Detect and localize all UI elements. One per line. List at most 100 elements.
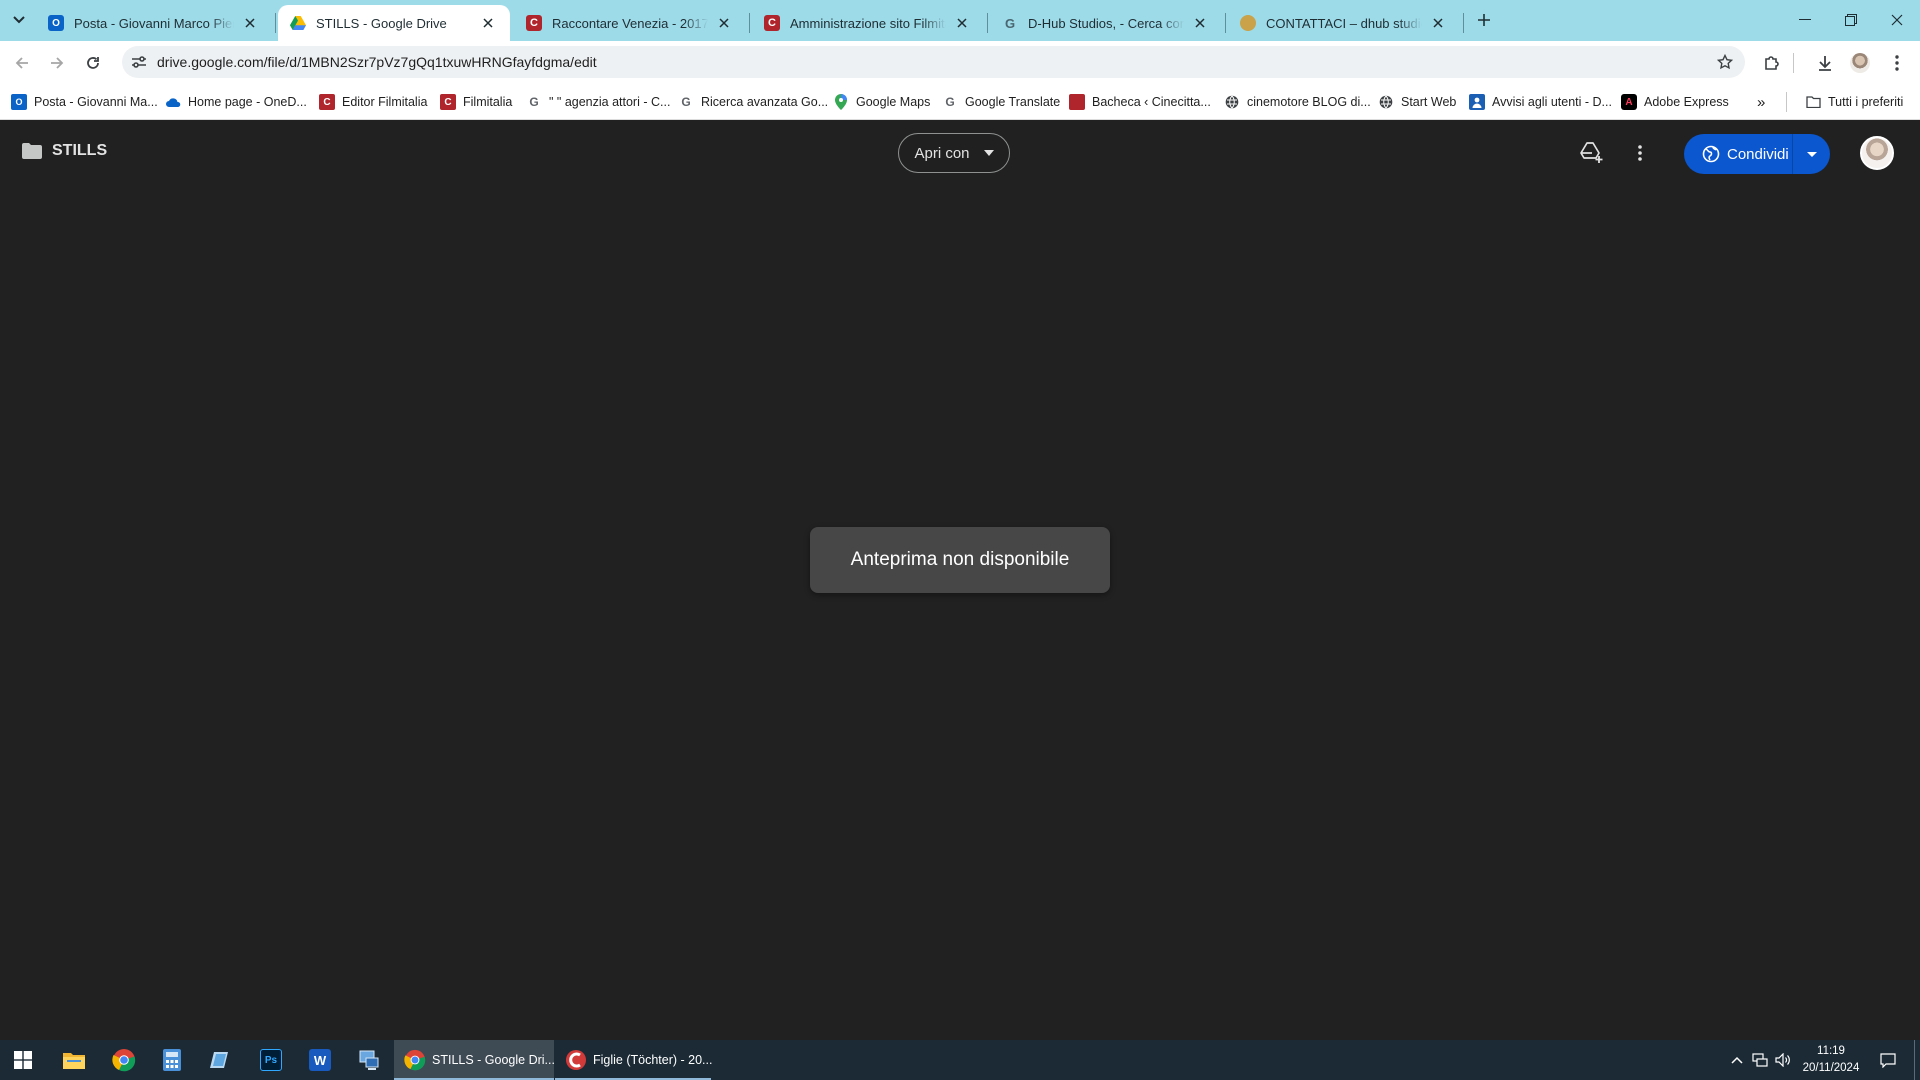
folder-icon xyxy=(1805,94,1821,110)
google-drive-icon xyxy=(290,15,306,31)
taskbar-file-explorer[interactable] xyxy=(54,1040,94,1080)
more-actions-button[interactable] xyxy=(1627,140,1653,166)
bookmark-item[interactable]: C Editor Filmitalia xyxy=(319,91,427,113)
close-tab-icon[interactable] xyxy=(1428,13,1448,33)
bookmark-star-icon[interactable] xyxy=(1715,52,1735,72)
tab-outlook[interactable]: O Posta - Giovanni Marco Piemontese - Ou… xyxy=(36,5,272,41)
bookmark-item[interactable]: G Google Translate xyxy=(942,91,1060,113)
chrome-icon xyxy=(112,1049,136,1072)
show-hidden-icons-button[interactable] xyxy=(1727,1040,1747,1080)
close-tab-icon[interactable] xyxy=(240,13,260,33)
bookmark-item[interactable]: Bacheca ‹ Cinecitta... xyxy=(1069,91,1211,113)
close-tab-icon[interactable] xyxy=(1190,13,1210,33)
bookmark-item[interactable]: Google Maps xyxy=(833,91,930,113)
bookmarks-overflow-button[interactable]: » xyxy=(1757,91,1765,113)
restore-window-button[interactable] xyxy=(1828,0,1874,40)
add-shortcut-to-drive-button[interactable] xyxy=(1579,140,1605,166)
back-button[interactable] xyxy=(8,49,36,77)
onedrive-icon xyxy=(165,94,181,110)
taskbar-calculator[interactable] xyxy=(152,1040,192,1080)
drive-file-viewer: STILLS Apri con Condividi Anteprima non … xyxy=(0,120,1920,1040)
forward-button[interactable] xyxy=(43,49,71,77)
notifications-button[interactable] xyxy=(1874,1040,1902,1080)
tab-amministrazione-filmitalia[interactable]: C Amministrazione sito Filmitalia xyxy=(752,5,984,41)
start-button[interactable] xyxy=(3,1040,43,1080)
bookmark-item[interactable]: Start Web xyxy=(1378,91,1456,113)
bookmark-label: Start Web xyxy=(1401,95,1457,109)
bookmark-label: Bacheca ‹ Cinecitta... xyxy=(1092,95,1211,109)
downloads-button[interactable] xyxy=(1812,50,1838,76)
close-tab-icon[interactable] xyxy=(714,13,734,33)
bookmark-item[interactable]: Avvisi agli utenti - D... xyxy=(1469,91,1612,113)
plus-icon xyxy=(1478,14,1490,26)
close-tab-icon[interactable] xyxy=(952,13,972,33)
tab-google-drive[interactable]: STILLS - Google Drive xyxy=(278,5,510,41)
bookmark-item[interactable]: C Filmitalia xyxy=(440,91,512,113)
bookmark-item[interactable]: G Ricerca avanzata Go... xyxy=(678,91,828,113)
file-explorer-icon xyxy=(63,1053,85,1069)
bookmark-label: Home page - OneD... xyxy=(188,95,307,109)
browser-toolbar: drive.google.com/file/d/1MBN2Szr7pVz7gQq… xyxy=(0,41,1920,84)
extensions-button[interactable] xyxy=(1759,50,1785,76)
tab-dhub-contattaci[interactable]: CONTATTACI – dhub studios xyxy=(1228,5,1460,41)
site-info-icon[interactable] xyxy=(130,53,148,71)
bookmark-item[interactable]: O Posta - Giovanni Ma... xyxy=(11,91,158,113)
bookmark-item[interactable]: G " " agenzia attori - C... xyxy=(526,91,670,113)
more-vert-icon xyxy=(1638,145,1642,161)
word-icon: W xyxy=(309,1049,331,1071)
tab-separator xyxy=(749,13,750,33)
tab-raccontare-venezia[interactable]: C Raccontare Venezia - 2017 - documentar… xyxy=(514,5,746,41)
tab-separator xyxy=(275,13,276,33)
bookmark-label: Avvisi agli utenti - D... xyxy=(1492,95,1612,109)
tab-title: STILLS - Google Drive xyxy=(316,15,447,31)
bookmark-item[interactable]: A Adobe Express xyxy=(1621,91,1729,113)
open-with-label: Apri con xyxy=(914,144,970,162)
close-tab-icon[interactable] xyxy=(478,13,498,33)
new-tab-button[interactable] xyxy=(1470,8,1498,32)
bookmarks-bar: O Posta - Giovanni Ma... Home page - One… xyxy=(0,84,1920,120)
profile-button[interactable] xyxy=(1847,50,1873,76)
url-text: drive.google.com/file/d/1MBN2Szr7pVz7gQq… xyxy=(157,54,597,70)
bookmarks-separator xyxy=(1786,92,1787,112)
taskbar-network-app[interactable] xyxy=(349,1040,389,1080)
share-options-dropdown[interactable] xyxy=(1792,134,1830,174)
taskbar-scanner-app[interactable] xyxy=(201,1040,241,1080)
tab-search-button[interactable] xyxy=(6,8,32,32)
reload-button[interactable] xyxy=(79,49,107,77)
network-status-button[interactable] xyxy=(1749,1040,1771,1080)
show-desktop-button[interactable] xyxy=(1914,1040,1915,1080)
open-with-button[interactable]: Apri con xyxy=(898,133,1010,173)
share-button[interactable]: Condividi xyxy=(1684,134,1830,174)
download-icon xyxy=(1819,56,1831,71)
account-avatar[interactable] xyxy=(1860,136,1894,170)
taskbar-photoshop[interactable]: Ps xyxy=(251,1040,291,1080)
tab-separator xyxy=(987,13,988,33)
taskbar-task-chrome-drive[interactable]: STILLS - Google Dri... xyxy=(394,1040,555,1080)
browser-menu-button[interactable] xyxy=(1884,50,1910,76)
file-header: STILLS xyxy=(22,142,107,160)
taskbar-task-figlie[interactable]: Figlie (Töchter) - 20... xyxy=(555,1040,712,1080)
tab-dhub-google-search[interactable]: G D-Hub Studios, - Cerca con Google xyxy=(990,5,1222,41)
bookmark-item[interactable]: Home page - OneD... xyxy=(165,91,307,113)
reload-icon xyxy=(87,57,99,69)
tab-separator xyxy=(1225,13,1226,33)
close-window-button[interactable] xyxy=(1874,0,1920,40)
bookmark-item[interactable]: cinemotore BLOG di... xyxy=(1224,91,1371,113)
chrome-icon xyxy=(404,1048,426,1072)
minimize-window-button[interactable] xyxy=(1782,0,1828,40)
windows-logo-icon xyxy=(14,1051,32,1069)
bookmark-label: Ricerca avanzata Go... xyxy=(701,95,829,109)
tab-title: CONTATTACI – dhub studios xyxy=(1266,15,1422,31)
windows-taskbar: Ps W STILLS - Google Dri... Figlie (Töch… xyxy=(0,1040,1920,1080)
clock-time: 11:19 xyxy=(1817,1045,1845,1057)
all-bookmarks-button[interactable]: Tutti i preferiti xyxy=(1805,91,1903,113)
filmitalia-icon: C xyxy=(319,94,335,110)
taskbar-chrome[interactable] xyxy=(104,1040,144,1080)
browser-tab-strip: O Posta - Giovanni Marco Piemontese - Ou… xyxy=(0,0,1920,41)
taskbar-task-label: STILLS - Google Dri... xyxy=(432,1053,555,1067)
google-icon: G xyxy=(681,95,691,109)
system-clock[interactable]: 11:19 20/11/2024 xyxy=(1788,1043,1874,1077)
taskbar-word[interactable]: W xyxy=(300,1040,340,1080)
scanner-icon xyxy=(210,1052,228,1068)
address-bar[interactable]: drive.google.com/file/d/1MBN2Szr7pVz7gQq… xyxy=(122,46,1745,78)
